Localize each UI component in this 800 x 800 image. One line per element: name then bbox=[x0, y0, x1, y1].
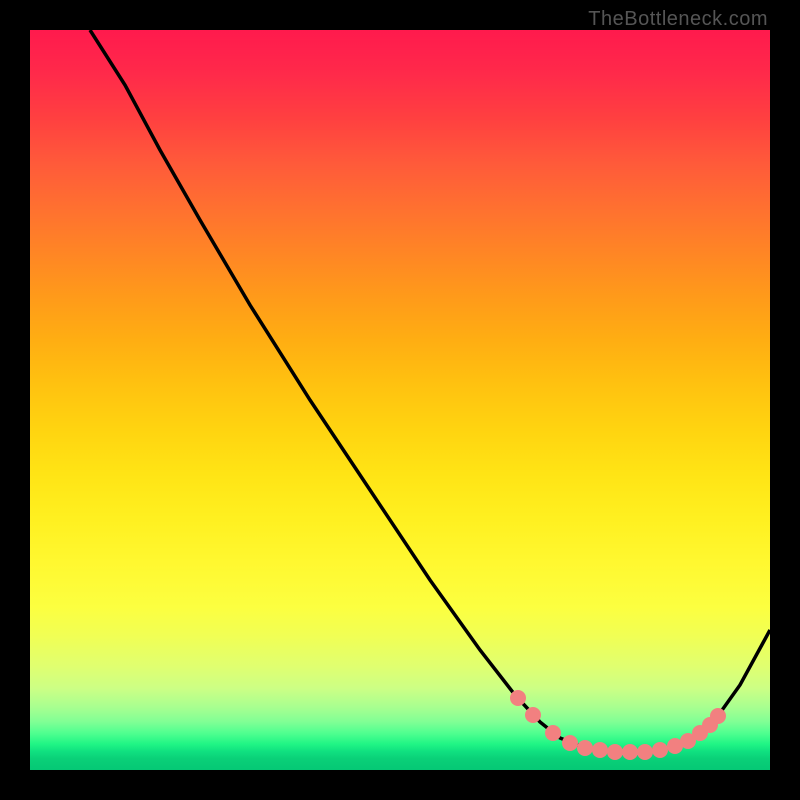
watermark-text: TheBottleneck.com bbox=[588, 8, 768, 31]
data-dot bbox=[652, 742, 668, 758]
optimal-zone-dots bbox=[510, 690, 726, 760]
data-dot bbox=[622, 744, 638, 760]
data-dot bbox=[592, 742, 608, 758]
data-dot bbox=[710, 708, 726, 724]
data-dot bbox=[680, 733, 696, 749]
data-dot bbox=[577, 740, 593, 756]
data-dot bbox=[702, 717, 718, 733]
data-dot bbox=[562, 735, 578, 751]
plot-area bbox=[30, 30, 770, 770]
data-dot bbox=[692, 725, 708, 741]
bottleneck-curve bbox=[90, 30, 770, 752]
data-dot bbox=[545, 725, 561, 741]
chart-svg bbox=[30, 30, 770, 770]
data-dot bbox=[510, 690, 526, 706]
chart-container: TheBottleneck.com bbox=[0, 0, 800, 800]
data-dot bbox=[525, 707, 541, 723]
data-dot bbox=[637, 744, 653, 760]
data-dot bbox=[667, 738, 683, 754]
data-dot bbox=[607, 744, 623, 760]
